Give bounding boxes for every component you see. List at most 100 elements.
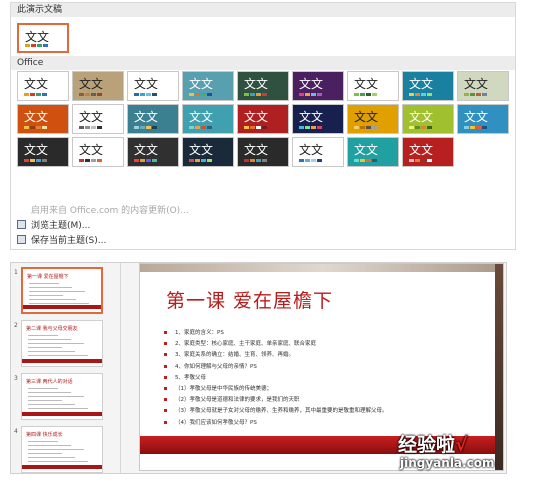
theme-color-swatches — [354, 126, 377, 129]
slide-thumbnail-text-line — [29, 303, 89, 304]
theme-sample-text: 文文 — [79, 77, 104, 91]
theme-sample-text: 文文 — [244, 110, 269, 124]
browse-themes-label: 浏览主题(M)... — [31, 221, 91, 231]
theme-thumbnail[interactable]: 文文 — [402, 137, 454, 167]
slide-thumbnail-text-line — [28, 343, 84, 344]
theme-gallery: 此演示文稿 文文 Office 文文 文文 文文 文文 文文 文文 文文 文文 文文 文文 文文 文文… — [10, 2, 516, 250]
theme-sample-text: 文文 — [409, 77, 434, 91]
save-theme-menu-item[interactable]: 保存当前主题(S)... — [17, 233, 106, 246]
slide-thumbnail-band — [23, 305, 101, 309]
slide-bullet: 5、孝敬父母 — [164, 373, 206, 381]
slide-bullet-text: （3）孝敬父母就是子女对父母的赡养、生养和赡养，其中最重要的是敬重和理解父母。 — [175, 408, 388, 415]
theme-color-swatches — [244, 126, 267, 129]
browse-themes-menu-item[interactable]: 浏览主题(M)... — [17, 218, 90, 231]
theme-thumbnail[interactable]: 文文 — [72, 137, 124, 167]
theme-color-swatches — [409, 126, 432, 129]
theme-thumbnail[interactable]: 文文 — [17, 71, 69, 101]
theme-thumbnail[interactable]: 文文 — [182, 137, 234, 167]
theme-color-swatches — [79, 126, 102, 129]
save-theme-label: 保存当前主题(S)... — [31, 236, 107, 246]
theme-sample-text: 文文 — [409, 110, 434, 124]
theme-thumbnail[interactable]: 文文 — [237, 104, 289, 134]
theme-thumbnail[interactable]: 文文 — [17, 104, 69, 134]
enable-updates-label: 启用来自 Office.com 的内容更新(O)... — [31, 206, 189, 216]
theme-thumbnail[interactable]: 文文 — [127, 137, 179, 167]
slide-bullet: （1）孝敬父母是中华民族的传统美德； — [164, 384, 272, 392]
slide-thumbnail-band — [22, 412, 102, 416]
theme-thumbnail[interactable]: 文文 — [182, 71, 234, 101]
theme-sample-text: 文文 — [409, 143, 434, 157]
slide-bullet-text: （4）我们应该如何孝敬父母？PS — [175, 419, 257, 426]
theme-color-swatches — [464, 126, 487, 129]
slide-thumbnail-text-line — [28, 388, 58, 389]
slide-thumbnail[interactable]: 第一课 爱在屋檐下 — [21, 267, 103, 314]
slide-bullet-text: 4、你如何理解与父母的亲情？PS — [175, 363, 257, 370]
theme-thumbnail[interactable]: 文文 — [72, 71, 124, 101]
theme-thumbnail[interactable]: 文文 — [347, 137, 399, 167]
slide-bullet: 4、你如何理解与父母的亲情？PS — [164, 362, 257, 370]
theme-thumbnail[interactable]: 文文 — [237, 137, 289, 167]
slide-bullet-text: 5、孝敬父母 — [175, 374, 206, 381]
theme-thumbnail[interactable]: 文文 — [457, 71, 509, 101]
theme-sample-text: 文文 — [244, 143, 269, 157]
slide-bullet-text: （1）孝敬父母是中华民族的传统美德； — [175, 386, 273, 392]
theme-sample-text: 文文 — [464, 110, 489, 124]
slide-bullet-text: 3、家庭关系的确立：结婚、生育、领养、再婚。 — [175, 352, 295, 359]
theme-thumbnail[interactable]: 文文 — [72, 104, 124, 134]
slide-thumbnail-text-line — [28, 408, 88, 409]
theme-thumbnail[interactable]: 文文 — [347, 104, 399, 134]
theme-thumbnail[interactable]: 文文 — [347, 71, 399, 101]
theme-thumbnail[interactable]: 文文 — [237, 71, 289, 101]
slide-thumbnail[interactable]: 第三课 两代人的对话 — [21, 373, 103, 420]
theme-sample-text: 文文 — [25, 30, 50, 44]
bullet-dot-icon — [164, 375, 167, 379]
theme-thumbnail[interactable]: 文文 — [402, 71, 454, 101]
slide-bullet: （4）我们应该如何孝敬父母？PS — [164, 418, 257, 426]
slide-thumbnail[interactable]: 第四课 快乐成长 — [21, 426, 103, 473]
theme-color-swatches — [299, 159, 322, 162]
theme-sample-text: 文文 — [299, 143, 324, 157]
slide-dark-edge — [495, 264, 503, 470]
slide-thumbnail-title: 第三课 两代人的对话 — [26, 379, 73, 385]
bullet-dot-icon — [164, 387, 167, 390]
theme-sample-text: 文文 — [354, 110, 379, 124]
theme-color-swatches — [24, 126, 47, 129]
slide-thumbnail-text-line — [29, 291, 85, 292]
theme-sample-text: 文文 — [79, 143, 104, 157]
slide-thumbnail[interactable]: 第二课 我与父母交朋友 — [21, 320, 103, 367]
slide-title[interactable]: 第一课 爱在屋檐下 — [166, 286, 333, 313]
slide-thumbnail-text-line — [28, 404, 75, 405]
theme-thumbnail[interactable]: 文文 — [292, 71, 344, 101]
slide-thumbnail-text-line — [28, 396, 84, 397]
theme-thumbnail[interactable]: 文文 — [457, 104, 509, 134]
theme-thumbnail[interactable]: 文文 — [182, 104, 234, 134]
watermark-brand: 经验啦√ — [398, 430, 468, 457]
slide-thumbnail-text-line — [28, 351, 75, 352]
watermark-brand-text: 经验啦 — [398, 434, 456, 456]
slide-thumbnail-text-line — [29, 283, 59, 284]
slide-bullet-text: （2）孝敬父母是道德和法律的要求，是我们的天职 — [175, 397, 300, 404]
theme-sample-text: 文文 — [24, 110, 49, 124]
theme-sample-text: 文文 — [354, 143, 379, 157]
theme-thumbnail[interactable]: 文文 — [292, 137, 344, 167]
theme-thumbnail[interactable]: 文文 — [402, 104, 454, 134]
theme-thumbnail[interactable]: 文文 — [17, 137, 69, 167]
slide-thumbnail-band — [22, 465, 102, 469]
theme-thumbnail[interactable]: 文文 — [127, 104, 179, 134]
theme-thumbnail[interactable]: 文文 — [127, 71, 179, 101]
theme-thumbnail[interactable]: 文文 — [292, 104, 344, 134]
browse-folder-icon — [17, 220, 26, 229]
theme-color-swatches — [464, 93, 487, 96]
slide-thumbnail-title: 第二课 我与父母交朋友 — [26, 326, 78, 332]
slide-thumbnail-text-line — [28, 400, 62, 401]
current-theme-thumbnail[interactable]: 文文 — [17, 23, 69, 53]
slide-bullet: 1、家庭的含义：PS — [164, 328, 224, 336]
slide-bullet: 2、家庭类型：核心家庭、主干家庭、单亲家庭、联合家庭 — [164, 339, 316, 347]
slide-bullet: （3）孝敬父母就是子女对父母的赡养、生养和赡养，其中最重要的是敬重和理解父母。 — [164, 406, 388, 414]
theme-sample-text: 文文 — [134, 110, 159, 124]
theme-color-swatches — [134, 93, 157, 96]
this-presentation-header: 此演示文稿 — [11, 3, 515, 17]
slide-thumbnail-text-line — [28, 347, 62, 348]
theme-sample-text: 文文 — [189, 77, 214, 91]
theme-color-swatches — [354, 93, 377, 96]
